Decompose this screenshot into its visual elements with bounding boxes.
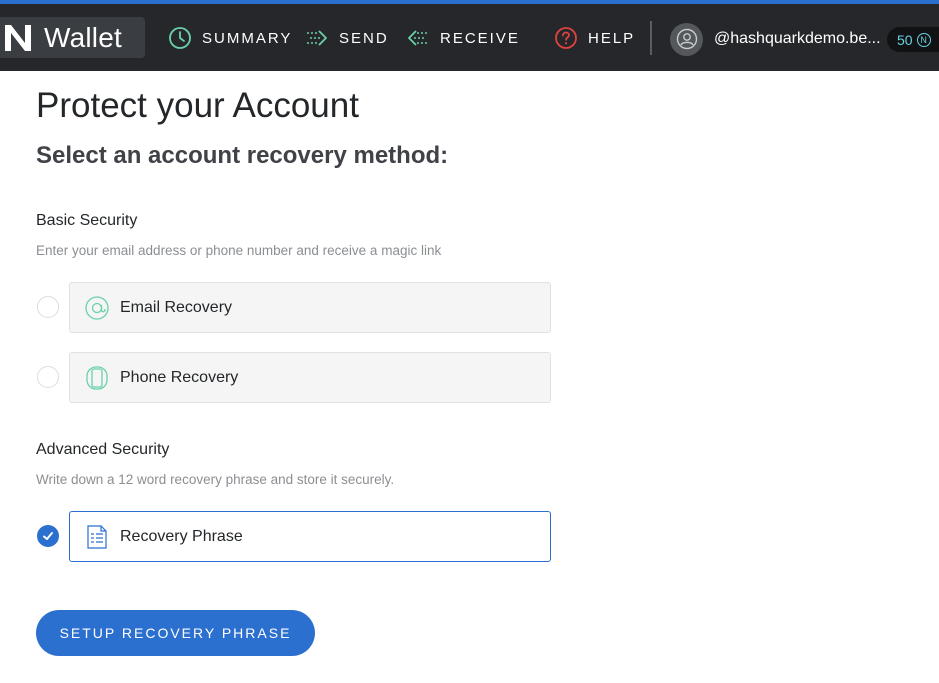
recovery-phrase-radio[interactable] — [37, 525, 59, 547]
user-icon — [676, 28, 697, 50]
account-name: @hashquarkdemo.be... — [714, 30, 881, 47]
recovery-phrase-label: Recovery Phrase — [120, 527, 243, 545]
email-recovery-radio[interactable] — [37, 296, 59, 318]
email-recovery-option[interactable]: Email Recovery — [69, 282, 551, 333]
send-arrow-icon — [307, 30, 327, 46]
phone-icon — [84, 365, 110, 391]
advanced-security-description: Write down a 12 word recovery phrase and… — [36, 472, 395, 487]
nav-receive-label: RECEIVE — [440, 29, 520, 47]
account-menu[interactable]: @hashquarkdemo.be... — [670, 22, 881, 56]
nav-receive[interactable]: RECEIVE — [406, 24, 520, 52]
balance-badge: 50 N — [887, 27, 939, 52]
email-recovery-label: Email Recovery — [120, 298, 233, 316]
basic-security-description: Enter your email address or phone number… — [36, 243, 442, 258]
basic-security-heading: Basic Security — [36, 212, 138, 229]
document-icon — [84, 524, 110, 550]
recovery-phrase-option[interactable]: Recovery Phrase — [69, 511, 551, 562]
at-icon — [84, 295, 110, 321]
page-subtitle: Select an account recovery method: — [36, 142, 449, 169]
checkmark-icon — [43, 532, 53, 540]
near-token-icon: N — [916, 32, 931, 47]
nav-summary[interactable]: SUMMARY — [168, 24, 292, 52]
nav-summary-label: SUMMARY — [202, 29, 293, 47]
phone-recovery-label: Phone Recovery — [120, 368, 239, 386]
avatar — [670, 22, 703, 56]
nav-divider — [650, 21, 652, 55]
wallet-logo[interactable]: Wallet — [0, 17, 145, 58]
setup-recovery-phrase-button[interactable]: SETUP RECOVERY PHRASE — [36, 610, 315, 656]
page-title: Protect your Account — [36, 86, 359, 125]
logo-text: Wallet — [44, 21, 122, 53]
help-icon — [555, 27, 577, 49]
top-navbar: Wallet SUMMARY SEND RECEIVE HELP @hashqu… — [0, 4, 939, 71]
phone-recovery-radio[interactable] — [37, 366, 59, 388]
near-logo-icon — [0, 17, 38, 58]
phone-recovery-option[interactable]: Phone Recovery — [69, 352, 551, 403]
nav-help[interactable]: HELP — [554, 24, 635, 52]
receive-arrow-icon — [408, 30, 428, 46]
nav-send[interactable]: SEND — [305, 24, 389, 52]
nav-help-label: HELP — [588, 29, 636, 47]
balance-amount: 50 — [897, 31, 913, 48]
advanced-security-heading: Advanced Security — [36, 441, 170, 458]
nav-send-label: SEND — [339, 29, 389, 47]
clock-icon — [169, 27, 191, 49]
